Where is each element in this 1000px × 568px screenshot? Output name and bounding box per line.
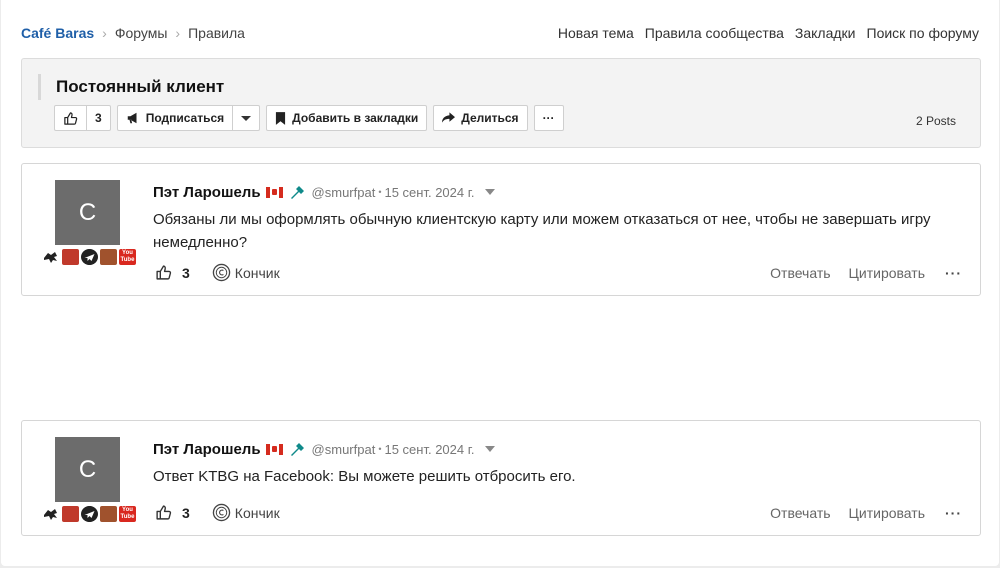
- airplane-badge-icon: [81, 249, 98, 265]
- author-handle[interactable]: @smurfpat: [312, 185, 376, 200]
- bookmark-icon: [276, 111, 286, 125]
- author-handle[interactable]: @smurfpat: [312, 442, 376, 457]
- dragon-badge-icon: [44, 252, 57, 263]
- dragon-badge-icon: [44, 509, 57, 520]
- bookmarks-link[interactable]: Закладки: [795, 25, 856, 41]
- canada-flag-icon: [265, 186, 283, 198]
- post-body: Обязаны ли мы оформлять обычную клиентск…: [153, 211, 931, 251]
- avatar[interactable]: C: [55, 437, 120, 502]
- post-menu-caret-icon[interactable]: [484, 446, 495, 452]
- youtube-badge-text-top: You: [122, 250, 133, 256]
- post-meta: Пэт Ларошель @smurfpat • 15 сент. 2024 г…: [153, 182, 495, 202]
- subscribe-button[interactable]: Подписаться: [116, 105, 261, 131]
- tip-label: Кончик: [234, 264, 280, 281]
- portrait-badge-icon: [100, 506, 117, 522]
- post: C You Tube Пэт Ларошель @smurfpat • 15 с…: [21, 420, 981, 536]
- share-button[interactable]: Делиться: [433, 105, 528, 131]
- topic-title: Постоянный клиент: [56, 77, 225, 96]
- airplane-badge-icon: [81, 506, 98, 522]
- thumbs-up-icon: [64, 111, 78, 125]
- topic-more-button[interactable]: ···: [533, 105, 564, 131]
- post-date[interactable]: 15 сент. 2024 г.: [384, 442, 474, 457]
- chevron-right-icon: ›: [102, 25, 107, 41]
- forum-links: Новая тема Правила сообщества Закладки П…: [558, 25, 979, 41]
- topic-header: Постоянный клиент 3 Подписаться Добавить…: [21, 58, 981, 148]
- topic-like-count: 3: [86, 106, 110, 130]
- tip-button[interactable]: Кончик: [212, 263, 280, 282]
- posts-count: 2 Posts: [915, 114, 956, 128]
- bookmark-segment[interactable]: Добавить в закладки: [267, 106, 426, 130]
- post-meta: Пэт Ларошель @smurfpat • 15 сент. 2024 г…: [153, 439, 495, 459]
- post: C You Tube Пэт Ларошель @smurfpat • 15 с…: [21, 163, 981, 296]
- bookmark-label: Добавить в закладки: [292, 111, 419, 125]
- new-topic-link[interactable]: Новая тема: [558, 25, 634, 41]
- coin-icon: [212, 503, 231, 522]
- subscribe-dropdown[interactable]: [232, 106, 259, 130]
- post-more-icon[interactable]: ···: [945, 505, 962, 521]
- canada-flag-icon: [265, 443, 283, 455]
- youtube-badge-text-bottom: Tube: [120, 257, 135, 263]
- moderator-hammer-icon: [290, 443, 304, 456]
- moderator-hammer-icon: [290, 186, 304, 199]
- breadcrumb-rules-link[interactable]: Правила: [188, 25, 245, 41]
- separator-dot: •: [378, 187, 382, 197]
- post-body: Ответ KTBG на Facebook: Вы можете решить…: [153, 468, 576, 485]
- post-footer: 3 Кончик Отвечать Цитировать ···: [155, 263, 962, 282]
- share-arrow-icon: [442, 112, 456, 123]
- post-like-count: 3: [182, 504, 190, 521]
- post-menu-caret-icon[interactable]: [484, 189, 495, 195]
- more-dots-icon: ···: [542, 111, 555, 125]
- bookmark-button[interactable]: Добавить в закладки: [266, 105, 428, 131]
- youtube-badge-text-top: You: [122, 507, 133, 513]
- author-name[interactable]: Пэт Ларошель: [153, 184, 261, 201]
- subscribe-label: Подписаться: [145, 111, 225, 125]
- topic-title-bar: Постоянный клиент: [38, 74, 224, 100]
- character-badge-icon: [62, 249, 79, 265]
- tip-label: Кончик: [234, 504, 280, 521]
- like-segment[interactable]: [55, 106, 86, 130]
- post-footer: 3 Кончик Отвечать Цитировать ···: [155, 503, 962, 522]
- share-segment[interactable]: Делиться: [434, 106, 526, 130]
- youtube-badge-text-bottom: Tube: [120, 514, 135, 520]
- author-name[interactable]: Пэт Ларошель: [153, 441, 261, 458]
- forum-search-link[interactable]: Поиск по форуму: [867, 25, 980, 41]
- coin-icon: [212, 263, 231, 282]
- avatar[interactable]: C: [55, 180, 120, 245]
- thumbs-up-icon[interactable]: [155, 264, 172, 281]
- post-like-count: 3: [182, 264, 190, 281]
- share-label: Делиться: [461, 111, 519, 125]
- separator-dot: •: [378, 444, 382, 454]
- reply-button[interactable]: Отвечать: [770, 265, 830, 281]
- quote-button[interactable]: Цитировать: [849, 265, 925, 281]
- quote-button[interactable]: Цитировать: [849, 505, 925, 521]
- youtube-badge-icon: You Tube: [119, 506, 136, 522]
- megaphone-icon: [127, 112, 137, 124]
- chevron-right-icon: ›: [175, 25, 181, 41]
- caret-down-icon: [241, 115, 252, 121]
- user-badges: You Tube: [43, 506, 136, 522]
- community-rules-link[interactable]: Правила сообщества: [645, 25, 784, 41]
- youtube-badge-icon: You Tube: [119, 249, 136, 265]
- tip-button[interactable]: Кончик: [212, 503, 280, 522]
- breadcrumb-forums-link[interactable]: Форумы: [115, 25, 168, 41]
- thumbs-up-icon[interactable]: [155, 504, 172, 521]
- breadcrumb-brand-link[interactable]: Café Baras: [21, 25, 94, 41]
- breadcrumb: Café Baras › Форумы › Правила: [21, 25, 245, 41]
- page: Café Baras › Форумы › Правила Новая тема…: [1, 0, 999, 566]
- subscribe-segment[interactable]: Подписаться: [118, 106, 232, 130]
- topic-actions: 3 Подписаться Добавить в закладки Делить…: [54, 105, 564, 131]
- top-navigation: Café Baras › Форумы › Правила Новая тема…: [21, 24, 979, 42]
- portrait-badge-icon: [100, 249, 117, 265]
- reply-button[interactable]: Отвечать: [770, 505, 830, 521]
- topic-like-button[interactable]: 3: [54, 105, 111, 131]
- post-date[interactable]: 15 сент. 2024 г.: [384, 185, 474, 200]
- character-badge-icon: [62, 506, 79, 522]
- post-more-icon[interactable]: ···: [945, 265, 962, 281]
- user-badges: You Tube: [43, 249, 136, 265]
